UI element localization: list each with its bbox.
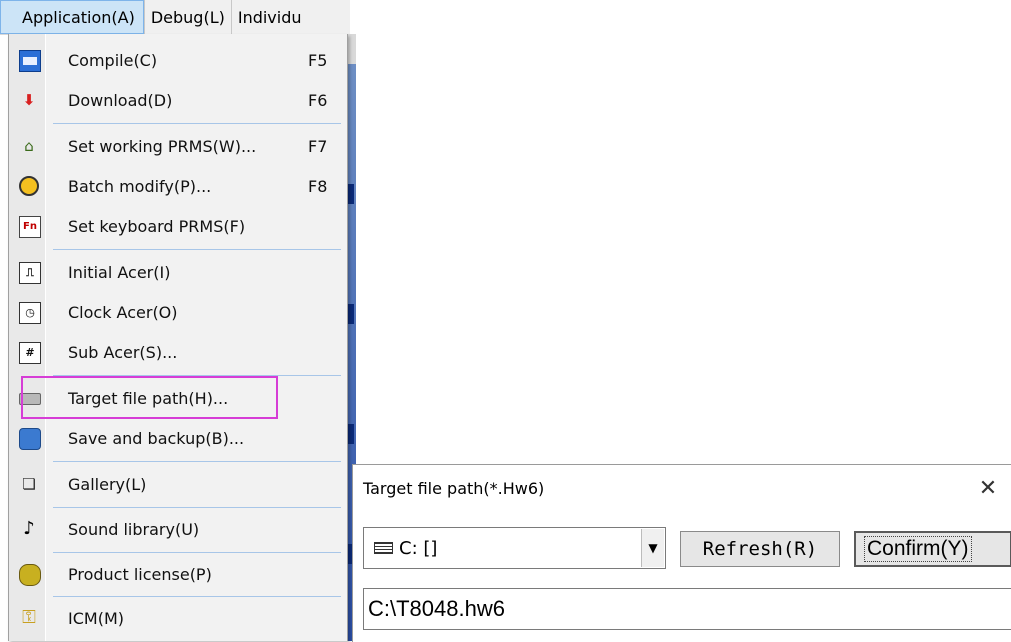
menu-bar: Application(A) Debug(L) Individu [0,0,350,35]
disk-icon [19,393,41,405]
dropdown-arrow-icon[interactable]: ▼ [641,529,664,567]
menu-item-shortcut: F6 [308,90,328,110]
menu-separator [53,249,341,250]
menu-item-sound-library[interactable]: ♪ Sound library(U) [9,509,347,549]
menu-item-label: Save and backup(B)... [68,428,245,448]
save-icon [19,428,41,450]
menu-item-compile[interactable]: Compile(C) F5 [9,40,347,80]
menu-separator [53,552,341,553]
menu-item-label: Download(D) [68,90,173,110]
menu-item-label: Initial Acer(I) [68,262,171,282]
batch-icon [19,176,39,196]
menu-item-label: Batch modify(P)... [68,176,212,196]
drive-icon [374,542,393,554]
fn-key-icon: Fn [19,216,41,238]
menu-item-sub-acer[interactable]: # Sub Acer(S)... [9,332,347,372]
menu-item-label: Target file path(H)... [68,388,229,408]
drive-select-value: C: [] [399,537,438,559]
menu-item-set-working-prms[interactable]: ⌂ Set working PRMS(W)... F7 [9,126,347,166]
compile-icon [19,50,41,72]
menu-item-label: Clock Acer(O) [68,302,178,322]
menu-item-label: ICM(M) [68,608,124,628]
menu-separator [53,507,341,508]
download-icon: ⬇ [22,91,36,109]
menu-item-label: Sub Acer(S)... [68,342,178,362]
dialog-title: Target file path(*.Hw6) [363,479,545,498]
confirm-button-label: Confirm(Y) [864,536,972,562]
key-icon: ⚿ [22,607,36,628]
menu-separator [53,596,341,597]
refresh-button[interactable]: Refresh(R) [680,531,840,567]
music-note-icon: ♪ [23,518,35,539]
home-icon: ⌂ [24,137,34,155]
application-dropdown: Compile(C) F5 ⬇ Download(D) F6 ⌂ Set wor… [8,34,348,641]
gallery-icon: ❏ [22,475,36,493]
menu-item-set-keyboard-prms[interactable]: Fn Set keyboard PRMS(F) [9,206,347,246]
initial-icon: ⎍ [19,262,41,284]
menu-item-gallery[interactable]: ❏ Gallery(L) [9,464,347,504]
menu-item-icm[interactable]: ⚿ ICM(M) [9,598,347,638]
license-icon [19,564,41,586]
hash-icon: # [19,342,41,364]
drive-select[interactable]: C: [] ▼ [363,527,666,569]
menu-item-product-license[interactable]: Product license(P) [9,554,347,594]
clock-icon: ◷ [19,302,41,324]
menu-item-batch-modify[interactable]: Batch modify(P)... F8 [9,166,347,206]
menu-item-shortcut: F7 [308,136,328,156]
menu-item-label: Compile(C) [68,50,158,70]
menu-item-label: Sound library(U) [68,519,200,539]
menu-application[interactable]: Application(A) [0,0,144,34]
menu-item-label: Gallery(L) [68,474,147,494]
menu-separator [53,375,341,376]
menu-separator [53,123,341,124]
file-path-field[interactable]: C:\T8048.hw6 [363,588,1011,630]
menu-debug[interactable]: Debug(L) [143,0,231,34]
menu-item-download[interactable]: ⬇ Download(D) F6 [9,80,347,120]
menu-separator [53,461,341,462]
menu-item-clock-acer[interactable]: ◷ Clock Acer(O) [9,292,347,332]
target-file-path-dialog: Target file path(*.Hw6) ✕ C: [] ▼ Refres… [352,464,1011,642]
menu-item-save-and-backup[interactable]: Save and backup(B)... [9,418,347,458]
menu-item-label: Set working PRMS(W)... [68,136,257,156]
menu-item-target-file-path[interactable]: Target file path(H)... [9,378,347,418]
confirm-button[interactable]: Confirm(Y) [854,531,1011,567]
close-icon[interactable]: ✕ [973,473,1003,503]
menu-item-initial-acer[interactable]: ⎍ Initial Acer(I) [9,252,347,292]
menu-individual[interactable]: Individu [230,0,308,34]
menu-item-label: Set keyboard PRMS(F) [68,216,246,236]
menu-item-shortcut: F5 [308,50,328,70]
menu-item-shortcut: F8 [308,176,328,196]
menu-item-label: Product license(P) [68,564,212,584]
